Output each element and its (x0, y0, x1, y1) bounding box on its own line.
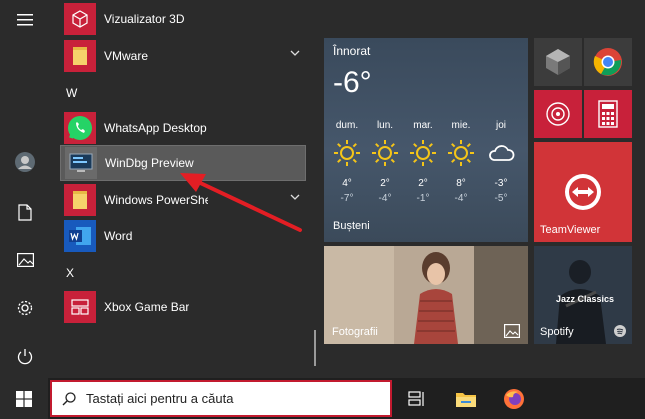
radar-icon (546, 102, 570, 126)
section-letter-w[interactable]: W (66, 86, 77, 100)
app-list: Vizualizator 3D VMware W WhatsApp Deskto… (50, 0, 316, 378)
list-scrollbar[interactable] (314, 330, 316, 366)
app-item-xbox-game-bar[interactable]: Xbox Game Bar (60, 289, 306, 325)
search-placeholder: Tastați aici pentru a căuta (86, 391, 234, 406)
gear-icon (17, 300, 33, 316)
cloud-icon (483, 138, 519, 172)
app-label: Vizualizator 3D (104, 12, 185, 26)
left-rail (0, 0, 50, 378)
tile-label: TeamViewer (540, 224, 601, 236)
power-button[interactable] (0, 336, 50, 376)
forecast-low: -7° (340, 193, 354, 204)
taskbar: Tastați aici pentru a căuta (0, 378, 645, 419)
hamburger-icon (17, 14, 33, 26)
vizualizator-3d-icon (64, 3, 96, 35)
app-label: VMware (104, 49, 149, 63)
user-account-button[interactable] (0, 142, 50, 182)
windbg-icon (65, 147, 97, 179)
power-icon (17, 348, 33, 364)
forecast-day: mar. (413, 120, 433, 131)
weather-city: Bușteni (333, 220, 370, 232)
task-view-icon (408, 390, 424, 406)
weather-temperature: -6° (333, 66, 372, 99)
firefox-icon (504, 388, 524, 409)
weather-tile[interactable]: Înnorat -6° dum. lun. mar. mie. joi 4° 2… (324, 38, 528, 242)
tile-label: Fotografii (332, 326, 378, 338)
3d-cube-icon (546, 49, 570, 75)
forecast-low: -1° (416, 193, 430, 204)
forecast-day: joi (495, 120, 506, 131)
tile-3d-viewer[interactable] (534, 38, 582, 86)
tile-photos[interactable]: Fotografii (324, 246, 528, 344)
documents-button[interactable] (0, 192, 50, 232)
pictures-button[interactable] (0, 240, 50, 280)
app-label: Word (104, 229, 133, 243)
app-item-vizualizator-3d[interactable]: Vizualizator 3D (60, 1, 306, 37)
app-label: Xbox Game Bar (104, 300, 190, 314)
file-explorer-icon (456, 392, 476, 407)
forecast-high: 2° (418, 178, 428, 189)
xbox-game-bar-icon (64, 291, 96, 323)
avatar-icon (15, 152, 35, 172)
sun-icon (329, 138, 365, 172)
forecast-high: 4° (342, 178, 352, 189)
calculator-icon (598, 100, 618, 128)
hamburger-menu-button[interactable] (0, 0, 50, 40)
taskbar-search-box[interactable]: Tastați aici pentru a căuta (50, 380, 392, 417)
tile-chrome[interactable] (584, 38, 632, 86)
word-icon (64, 220, 96, 252)
tile-teamviewer[interactable]: TeamViewer (534, 142, 632, 242)
sun-icon (405, 138, 441, 172)
picture-icon (16, 253, 34, 267)
tile-scanner[interactable] (534, 90, 582, 138)
teamviewer-icon (565, 174, 601, 210)
tile-calculator[interactable] (584, 90, 632, 138)
section-letter-x[interactable]: X (66, 266, 74, 280)
photos-icon (504, 324, 520, 338)
forecast-high: -3° (494, 178, 508, 189)
forecast-day: dum. (335, 120, 359, 131)
sun-icon (443, 138, 479, 172)
whatsapp-icon (64, 112, 96, 144)
tile-label: Spotify (540, 326, 574, 338)
windows-logo-icon (16, 390, 32, 407)
tile-spotify[interactable]: Jazz Classics Spotify (534, 246, 632, 344)
app-label: WhatsApp Desktop (104, 121, 207, 135)
folder-icon (64, 184, 96, 216)
weather-condition: Înnorat (333, 44, 371, 58)
firefox-button[interactable] (492, 378, 536, 419)
forecast-high: 2° (380, 178, 390, 189)
file-explorer-button[interactable] (444, 378, 488, 419)
forecast-day: lun. (376, 120, 394, 131)
sun-icon (367, 138, 403, 172)
forecast-low: -4° (454, 193, 468, 204)
settings-button[interactable] (0, 288, 50, 328)
task-view-button[interactable] (395, 378, 439, 419)
chevron-down-icon[interactable] (290, 48, 300, 58)
forecast-low: -5° (494, 193, 508, 204)
red-arrow-annotation (180, 173, 302, 232)
forecast-day: mie. (451, 120, 471, 131)
app-item-vmware[interactable]: VMware (60, 38, 306, 74)
chrome-icon (593, 48, 622, 76)
document-icon (18, 203, 32, 221)
folder-icon (64, 40, 96, 72)
search-icon (62, 391, 76, 405)
app-item-whatsapp[interactable]: WhatsApp Desktop (60, 110, 306, 146)
spotify-icon (614, 325, 626, 337)
forecast-high: 8° (456, 178, 466, 189)
start-button[interactable] (0, 378, 48, 419)
cover-title: Jazz Classics (556, 294, 615, 304)
forecast-low: -4° (378, 193, 392, 204)
